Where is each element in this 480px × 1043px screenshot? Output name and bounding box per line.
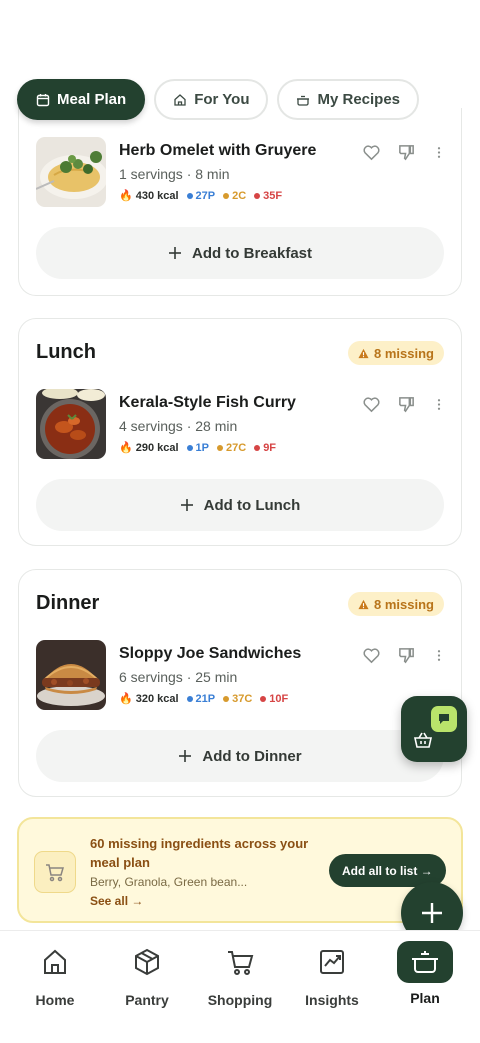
nav-plan[interactable]: Plan: [379, 941, 471, 1006]
nav-home[interactable]: Home: [9, 943, 101, 1008]
fish-curry-thumbnail: [36, 389, 106, 459]
add-to-lunch-button[interactable]: Add to Lunch: [36, 479, 444, 531]
shopping-cart-icon: [34, 851, 76, 893]
home-icon: [174, 93, 186, 106]
recipe-actions: [362, 395, 446, 414]
macros: 🔥 430 kcal 27P 2C 35F: [119, 189, 282, 203]
banner-title: 60 missing ingredients across your meal …: [90, 836, 309, 870]
tab-meal-plan[interactable]: Meal Plan: [17, 79, 146, 120]
nav-home-label: Home: [35, 992, 75, 1008]
breakfast-card: Herb Omelet with Gruyere 1 servings · 8 …: [18, 108, 462, 296]
recipe-name: Sloppy Joe Sandwiches: [119, 645, 302, 662]
heart-icon[interactable]: [362, 646, 381, 665]
recipe-meta: 6 servings · 25 min: [119, 669, 238, 685]
plus-icon: [168, 247, 181, 259]
tab-my-recipes-label: My Recipes: [317, 91, 401, 108]
nav-plan-label: Plan: [410, 990, 440, 1006]
plus-icon: [422, 903, 442, 923]
kcal: 🔥 290 kcal: [119, 441, 179, 455]
see-all-link[interactable]: See all →: [90, 894, 143, 908]
nav-insights-label: Insights: [305, 992, 359, 1008]
more-icon[interactable]: [432, 143, 446, 162]
fat: 9F: [254, 442, 276, 454]
missing-badge[interactable]: 8 missing: [348, 341, 444, 365]
thumbs-down-icon[interactable]: [397, 143, 416, 162]
dinner-card: Dinner 8 missing Sloppy Joe Sandwiches 6…: [18, 569, 462, 797]
macros: 🔥 320 kcal 21P 37C 10F: [119, 692, 288, 706]
heart-icon[interactable]: [362, 395, 381, 414]
add-to-dinner-button[interactable]: Add to Dinner: [36, 730, 444, 782]
recipe-name: Herb Omelet with Gruyere: [119, 142, 317, 159]
add-to-lunch-label: Add to Lunch: [203, 496, 301, 514]
meal-title: Dinner: [36, 592, 100, 614]
nav-insights[interactable]: Insights: [286, 943, 378, 1008]
calendar-icon: [36, 93, 50, 106]
nav-shopping[interactable]: Shopping: [194, 943, 286, 1008]
heart-icon[interactable]: [362, 143, 381, 162]
plus-icon: [179, 750, 192, 762]
flame-icon: 🔥: [119, 190, 133, 202]
meal-title: Lunch: [36, 341, 96, 363]
kcal: 🔥 430 kcal: [119, 189, 179, 203]
lunch-recipe[interactable]: Kerala-Style Fish Curry 4 servings · 28 …: [36, 389, 446, 459]
add-to-breakfast-button[interactable]: Add to Breakfast: [36, 227, 444, 279]
missing-badge[interactable]: 8 missing: [348, 592, 444, 616]
macros: 🔥 290 kcal 1P 27C 9F: [119, 441, 276, 455]
more-icon[interactable]: [432, 646, 446, 665]
recipe-name: Kerala-Style Fish Curry: [119, 394, 296, 411]
tab-for-you-label: For You: [194, 91, 250, 108]
sloppy-joe-thumbnail: [36, 640, 106, 710]
pot-icon: [412, 951, 438, 973]
meal-tabs: Meal Plan For You My Recipes: [17, 79, 420, 120]
banner-items: Berry, Granola, Green bean...: [90, 875, 248, 889]
recipe-meta: 1 servings · 8 min: [119, 166, 230, 182]
recipe-meta: 4 servings · 28 min: [119, 418, 238, 434]
warning-icon: [358, 599, 369, 609]
tab-meal-plan-label: Meal Plan: [57, 91, 127, 108]
missing-ingredients-banner: 60 missing ingredients across your meal …: [17, 817, 463, 923]
chat-bubble-icon: [431, 706, 457, 732]
home-icon: [44, 949, 66, 974]
cart-icon: [228, 951, 254, 975]
add-to-dinner-label: Add to Dinner: [202, 747, 302, 765]
breakfast-recipe[interactable]: Herb Omelet with Gruyere 1 servings · 8 …: [36, 137, 446, 207]
carbs: 27C: [217, 442, 246, 454]
bottom-nav: Home Pantry Shopping Insights Plan: [0, 930, 480, 1043]
nav-pantry-label: Pantry: [125, 992, 169, 1008]
fat: 35F: [254, 190, 282, 202]
thumbs-down-icon[interactable]: [397, 646, 416, 665]
more-icon[interactable]: [432, 395, 446, 414]
protein: 1P: [186, 442, 209, 454]
kcal: 🔥 320 kcal: [119, 692, 179, 706]
flame-icon: 🔥: [119, 693, 133, 705]
lunch-card: Lunch 8 missing Kerala-Style Fish Curry …: [18, 318, 462, 546]
omelet-thumbnail: [36, 137, 106, 207]
protein: 27P: [186, 190, 215, 202]
pot-icon: [297, 95, 310, 106]
recipe-actions: [362, 646, 446, 665]
basket-icon: [414, 732, 432, 748]
thumbs-down-icon[interactable]: [397, 395, 416, 414]
fat: 10F: [260, 693, 288, 705]
warning-icon: [358, 348, 369, 358]
nav-plan-active-bg: [397, 941, 453, 983]
carbs: 37C: [223, 693, 252, 705]
nav-shopping-label: Shopping: [207, 992, 273, 1008]
nav-pantry[interactable]: Pantry: [101, 943, 193, 1008]
protein: 21P: [186, 693, 215, 705]
tab-my-recipes[interactable]: My Recipes: [277, 79, 420, 120]
box-icon: [135, 948, 159, 976]
tab-for-you[interactable]: For You: [154, 79, 269, 120]
carbs: 2C: [223, 190, 246, 202]
chart-icon: [320, 950, 344, 974]
recipe-actions: [362, 143, 446, 162]
plus-icon: [180, 499, 193, 511]
assistant-fab[interactable]: [401, 696, 467, 762]
dinner-recipe[interactable]: Sloppy Joe Sandwiches 6 servings · 25 mi…: [36, 640, 446, 710]
add-to-breakfast-label: Add to Breakfast: [191, 244, 313, 262]
flame-icon: 🔥: [119, 442, 133, 454]
